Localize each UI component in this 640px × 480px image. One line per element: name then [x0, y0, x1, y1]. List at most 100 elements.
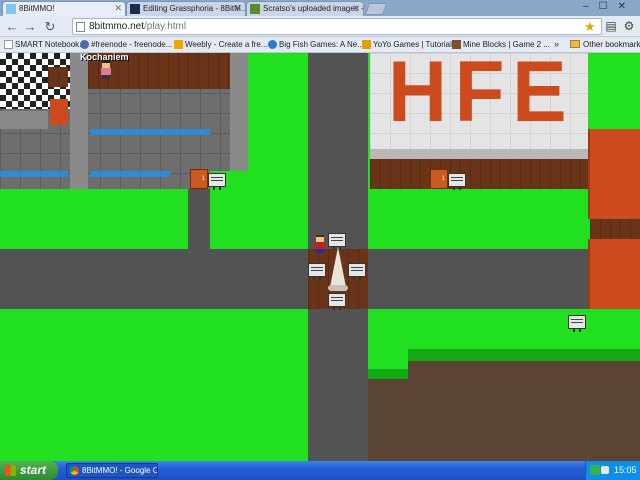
sign-icon[interactable] [348, 263, 366, 280]
freenode-icon [80, 40, 89, 49]
road-alley [188, 189, 210, 249]
bookmark-mineblocks[interactable]: Mine Blocks | Game 2 ... [452, 37, 550, 52]
other-bookmarks-button[interactable]: Other bookmarks [570, 37, 640, 52]
wiki-icon [130, 4, 140, 14]
smart-icon [4, 40, 13, 49]
tab-label: Scratso's uploaded images -... [263, 4, 364, 13]
grass-field [0, 309, 308, 461]
bookmark-label: SMART Notebook... [15, 40, 86, 49]
tab-8bitmmo[interactable]: 8BitMMO! ✕ [2, 1, 126, 16]
bookmark-label: Big Fish Games: A Ne... [279, 40, 364, 49]
network-icon[interactable] [590, 465, 600, 475]
building-wall [230, 53, 248, 171]
clock[interactable]: 15:05 [614, 461, 637, 480]
forward-icon[interactable]: → [22, 19, 38, 34]
bookmark-freenode[interactable]: #freenode - freenode... [80, 37, 172, 52]
grass-ledge [408, 349, 640, 361]
game-canvas[interactable]: HFE 1 1 Kochaniem [0, 53, 640, 461]
building-porch [370, 159, 588, 189]
start-button[interactable]: start [0, 461, 58, 480]
bookmark-smart[interactable]: SMART Notebook... [4, 37, 86, 52]
grass-patch [0, 189, 188, 249]
avatar-head [102, 61, 110, 68]
taskbar-chrome-window[interactable]: 8BitMMO! - Google C... [66, 463, 158, 478]
close-icon[interactable]: ✕ [234, 2, 242, 15]
door[interactable]: 1 [430, 169, 448, 189]
windows-logo-icon [5, 465, 16, 476]
window-controls[interactable]: –☐✕ [583, 1, 636, 12]
chrome-icon [70, 466, 79, 475]
folder-icon [570, 40, 580, 48]
orange-building [588, 129, 640, 219]
bookmark-label: Weebly - Create a fre... [185, 40, 268, 49]
other-bookmarks-label: Other bookmarks [583, 40, 640, 49]
glass-window [90, 171, 170, 177]
player-avatar[interactable] [314, 235, 326, 253]
tab-label: 8BitMMO! [19, 4, 55, 13]
avatar-legs [316, 249, 324, 253]
dirt-area [368, 379, 408, 461]
address-bar[interactable]: 8bitmmo.net/play.html [72, 18, 602, 35]
bookmark-bigfish[interactable]: Big Fish Games: A Ne... [268, 37, 364, 52]
grass-patch [248, 53, 308, 171]
grass-patch [588, 53, 640, 129]
sign-icon[interactable] [208, 173, 226, 190]
building-wall [70, 53, 88, 189]
bookmarks-overflow-button[interactable]: » [554, 37, 559, 52]
mineblocks-icon [452, 40, 461, 49]
url-path: /play.html [144, 21, 187, 32]
avatar-body [315, 242, 325, 249]
building-wall [0, 111, 48, 129]
glass-window [90, 129, 210, 135]
wrench-icon[interactable]: ⚙ [622, 19, 636, 33]
grass-ledge [368, 369, 408, 379]
reload-icon[interactable]: ↻ [42, 19, 58, 34]
orange-building-porch [590, 219, 640, 239]
other-player-avatar[interactable] [100, 61, 112, 79]
start-label: start [20, 463, 47, 477]
wooden-crate [48, 67, 68, 87]
sign-icon[interactable] [568, 315, 586, 332]
back-icon[interactable]: ← [4, 19, 20, 34]
grass-patch [368, 189, 588, 249]
tab-uploaded-images[interactable]: Scratso's uploaded images -... ✕ [246, 1, 364, 16]
new-tab-button[interactable] [364, 3, 388, 15]
page-menu-icon[interactable]: ▤ [604, 19, 618, 33]
browser-toolbar: ← → ↻ 8bitmmo.net/play.html ★ ▤ ⚙ [0, 16, 640, 37]
weebly-icon [174, 40, 183, 49]
orange-building [588, 239, 640, 309]
bookmark-weebly[interactable]: Weebly - Create a fre... [174, 37, 268, 52]
sign-icon[interactable] [308, 263, 326, 280]
dirt-area [408, 361, 640, 461]
building-wall [370, 149, 588, 159]
sign-icon[interactable] [328, 293, 346, 310]
system-tray: 15:05 [585, 461, 640, 480]
close-icon[interactable]: ✕ [352, 2, 360, 15]
bookmark-star-icon[interactable]: ★ [584, 19, 596, 35]
building-letters: HFE [388, 53, 575, 131]
tab-editing-grassphoria[interactable]: Editing Grassphoria - 8BitM... ✕ [126, 1, 246, 16]
yoyo-icon [362, 40, 371, 49]
bookmark-label: YoYo Games | Tutorials [373, 40, 456, 49]
fountain-obelisk[interactable] [328, 247, 348, 291]
bookmark-label: Mine Blocks | Game 2 ... [463, 40, 550, 49]
url-domain: 8bitmmo.net [89, 21, 145, 32]
door-number: 1 [201, 176, 205, 182]
orange-block [50, 99, 68, 125]
tab-strip: 8BitMMO! ✕ Editing Grassphoria - 8BitM..… [0, 0, 640, 16]
door[interactable]: 1 [190, 169, 208, 189]
image-host-icon [250, 4, 260, 14]
door-number: 1 [441, 176, 445, 182]
tab-label: Editing Grassphoria - 8BitM... [143, 4, 246, 13]
8bitmmo-icon [6, 4, 16, 14]
bigfish-icon [268, 40, 277, 49]
bookmark-yoyo[interactable]: YoYo Games | Tutorials [362, 37, 456, 52]
taskbar: start 8BitMMO! - Google C... 15:05 [0, 461, 640, 480]
sign-icon[interactable] [328, 233, 346, 250]
volume-icon[interactable] [601, 466, 609, 474]
taskbar-window-label: 8BitMMO! - Google C... [82, 466, 158, 475]
avatar-legs [102, 75, 110, 79]
sign-icon[interactable] [448, 173, 466, 190]
avatar-head [316, 235, 324, 242]
close-icon[interactable]: ✕ [114, 2, 122, 15]
